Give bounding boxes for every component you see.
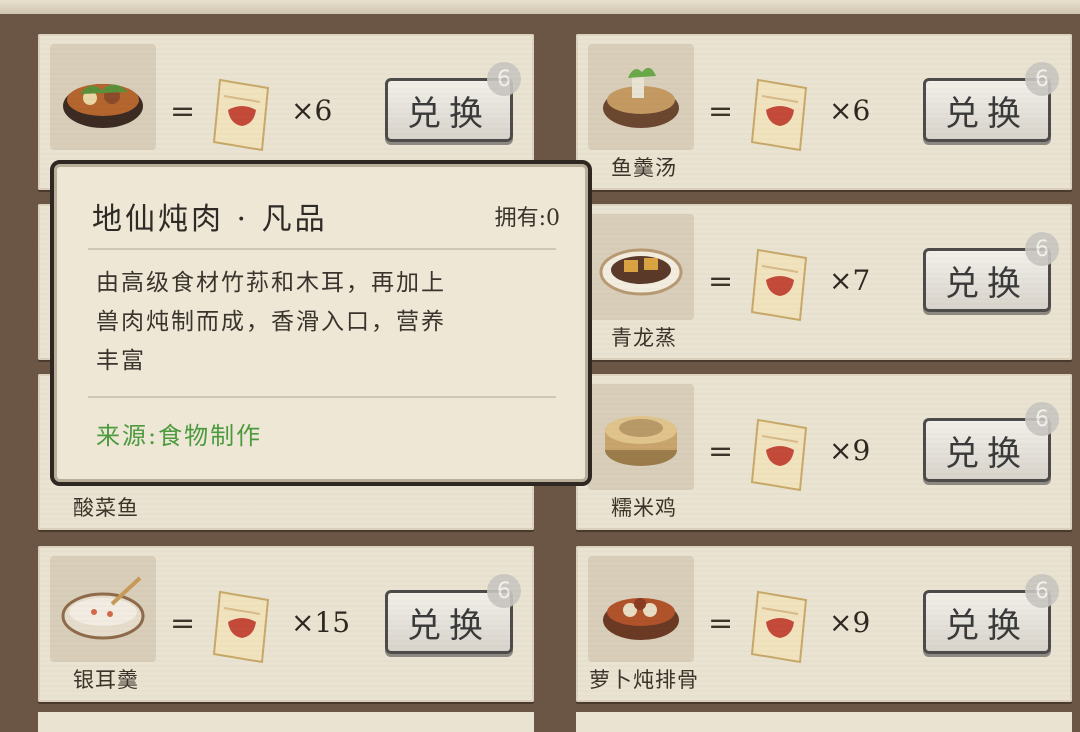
dish-thumbnail bbox=[588, 556, 694, 662]
exchange-card-4: 青龙蒸 = ×7 兑换 6 bbox=[576, 204, 1072, 360]
exchange-limit-badge: 6 bbox=[487, 574, 521, 608]
exchange-limit-badge: 6 bbox=[1025, 232, 1059, 266]
exchange-card-8: 萝卜炖排骨 = ×9 兑换 6 bbox=[576, 546, 1072, 702]
exchange-limit-badge: 6 bbox=[1025, 574, 1059, 608]
cost-quantity: ×6 bbox=[291, 94, 333, 127]
cost-quantity: ×6 bbox=[829, 94, 871, 127]
dish-thumbnail bbox=[588, 214, 694, 320]
description-line: 由高级食材竹荪和木耳，再加上 bbox=[96, 270, 446, 296]
equals-sign: = bbox=[708, 606, 734, 641]
top-wood-edge bbox=[0, 0, 1080, 14]
steamed-tofu-plate-icon bbox=[599, 248, 683, 296]
stew-pot-icon bbox=[63, 84, 143, 128]
cost-quantity: ×15 bbox=[291, 606, 351, 639]
bamboo-steamer-icon bbox=[605, 416, 677, 466]
equals-sign: = bbox=[170, 94, 196, 129]
dish-name: 萝卜炖排骨 bbox=[589, 668, 699, 692]
cost-quantity: ×9 bbox=[829, 434, 871, 467]
dish-thumbnail bbox=[588, 44, 694, 150]
exchange-limit-badge: 6 bbox=[1025, 402, 1059, 436]
description-line: 丰富 bbox=[96, 348, 146, 374]
recipe-scroll-icon bbox=[212, 78, 270, 152]
fish-soup-pot-icon bbox=[603, 67, 679, 128]
dish-thumbnail bbox=[50, 556, 156, 662]
next-row-card-peek bbox=[576, 712, 1072, 732]
recipe-scroll-icon bbox=[750, 248, 808, 322]
tooltip-source: 来源:食物制作 bbox=[96, 422, 263, 450]
exchange-limit-badge: 6 bbox=[1025, 62, 1059, 96]
recipe-scroll-icon bbox=[212, 590, 270, 664]
recipe-scroll-icon bbox=[750, 78, 808, 152]
dish-name: 酸菜鱼 bbox=[73, 496, 139, 520]
owned-count: 拥有:0 bbox=[494, 206, 560, 231]
dish-name: 银耳羹 bbox=[73, 668, 139, 692]
cost-quantity: ×9 bbox=[829, 606, 871, 639]
equals-sign: = bbox=[170, 606, 196, 641]
dish-thumbnail bbox=[588, 384, 694, 490]
equals-sign: = bbox=[708, 434, 734, 469]
exchange-limit-badge: 6 bbox=[487, 62, 521, 96]
exchange-card-2: 鱼羹汤 = ×6 兑换 6 bbox=[576, 34, 1072, 190]
dish-name: 糯米鸡 bbox=[611, 496, 677, 520]
next-row-card-peek bbox=[38, 712, 534, 732]
equals-sign: = bbox=[708, 94, 734, 129]
divider bbox=[88, 396, 556, 398]
dish-thumbnail bbox=[50, 44, 156, 150]
dish-name: 青龙蒸 bbox=[611, 326, 677, 350]
recipe-scroll-icon bbox=[750, 418, 808, 492]
dish-name: 鱼羹汤 bbox=[611, 156, 677, 180]
tooltip-title: 地仙炖肉 · 凡品 bbox=[92, 202, 328, 237]
porridge-bowl-icon bbox=[61, 576, 145, 640]
equals-sign: = bbox=[708, 264, 734, 299]
cost-quantity: ×7 bbox=[829, 264, 871, 297]
exchange-card-7: 银耳羹 = ×15 兑换 6 bbox=[38, 546, 534, 702]
divider bbox=[88, 248, 556, 250]
recipe-scroll-icon bbox=[750, 590, 808, 664]
description-line: 兽肉炖制而成，香滑入口，营养 bbox=[96, 309, 446, 335]
item-tooltip: 地仙炖肉 · 凡品 拥有:0 由高级食材竹荪和木耳，再加上 兽肉炖制而成，香滑入… bbox=[50, 160, 592, 486]
tooltip-description: 由高级食材竹荪和木耳，再加上 兽肉炖制而成，香滑入口，营养 丰富 bbox=[96, 264, 546, 381]
exchange-card-6: 糯米鸡 = ×9 兑换 6 bbox=[576, 374, 1072, 530]
rib-stew-pot-icon bbox=[603, 598, 679, 640]
